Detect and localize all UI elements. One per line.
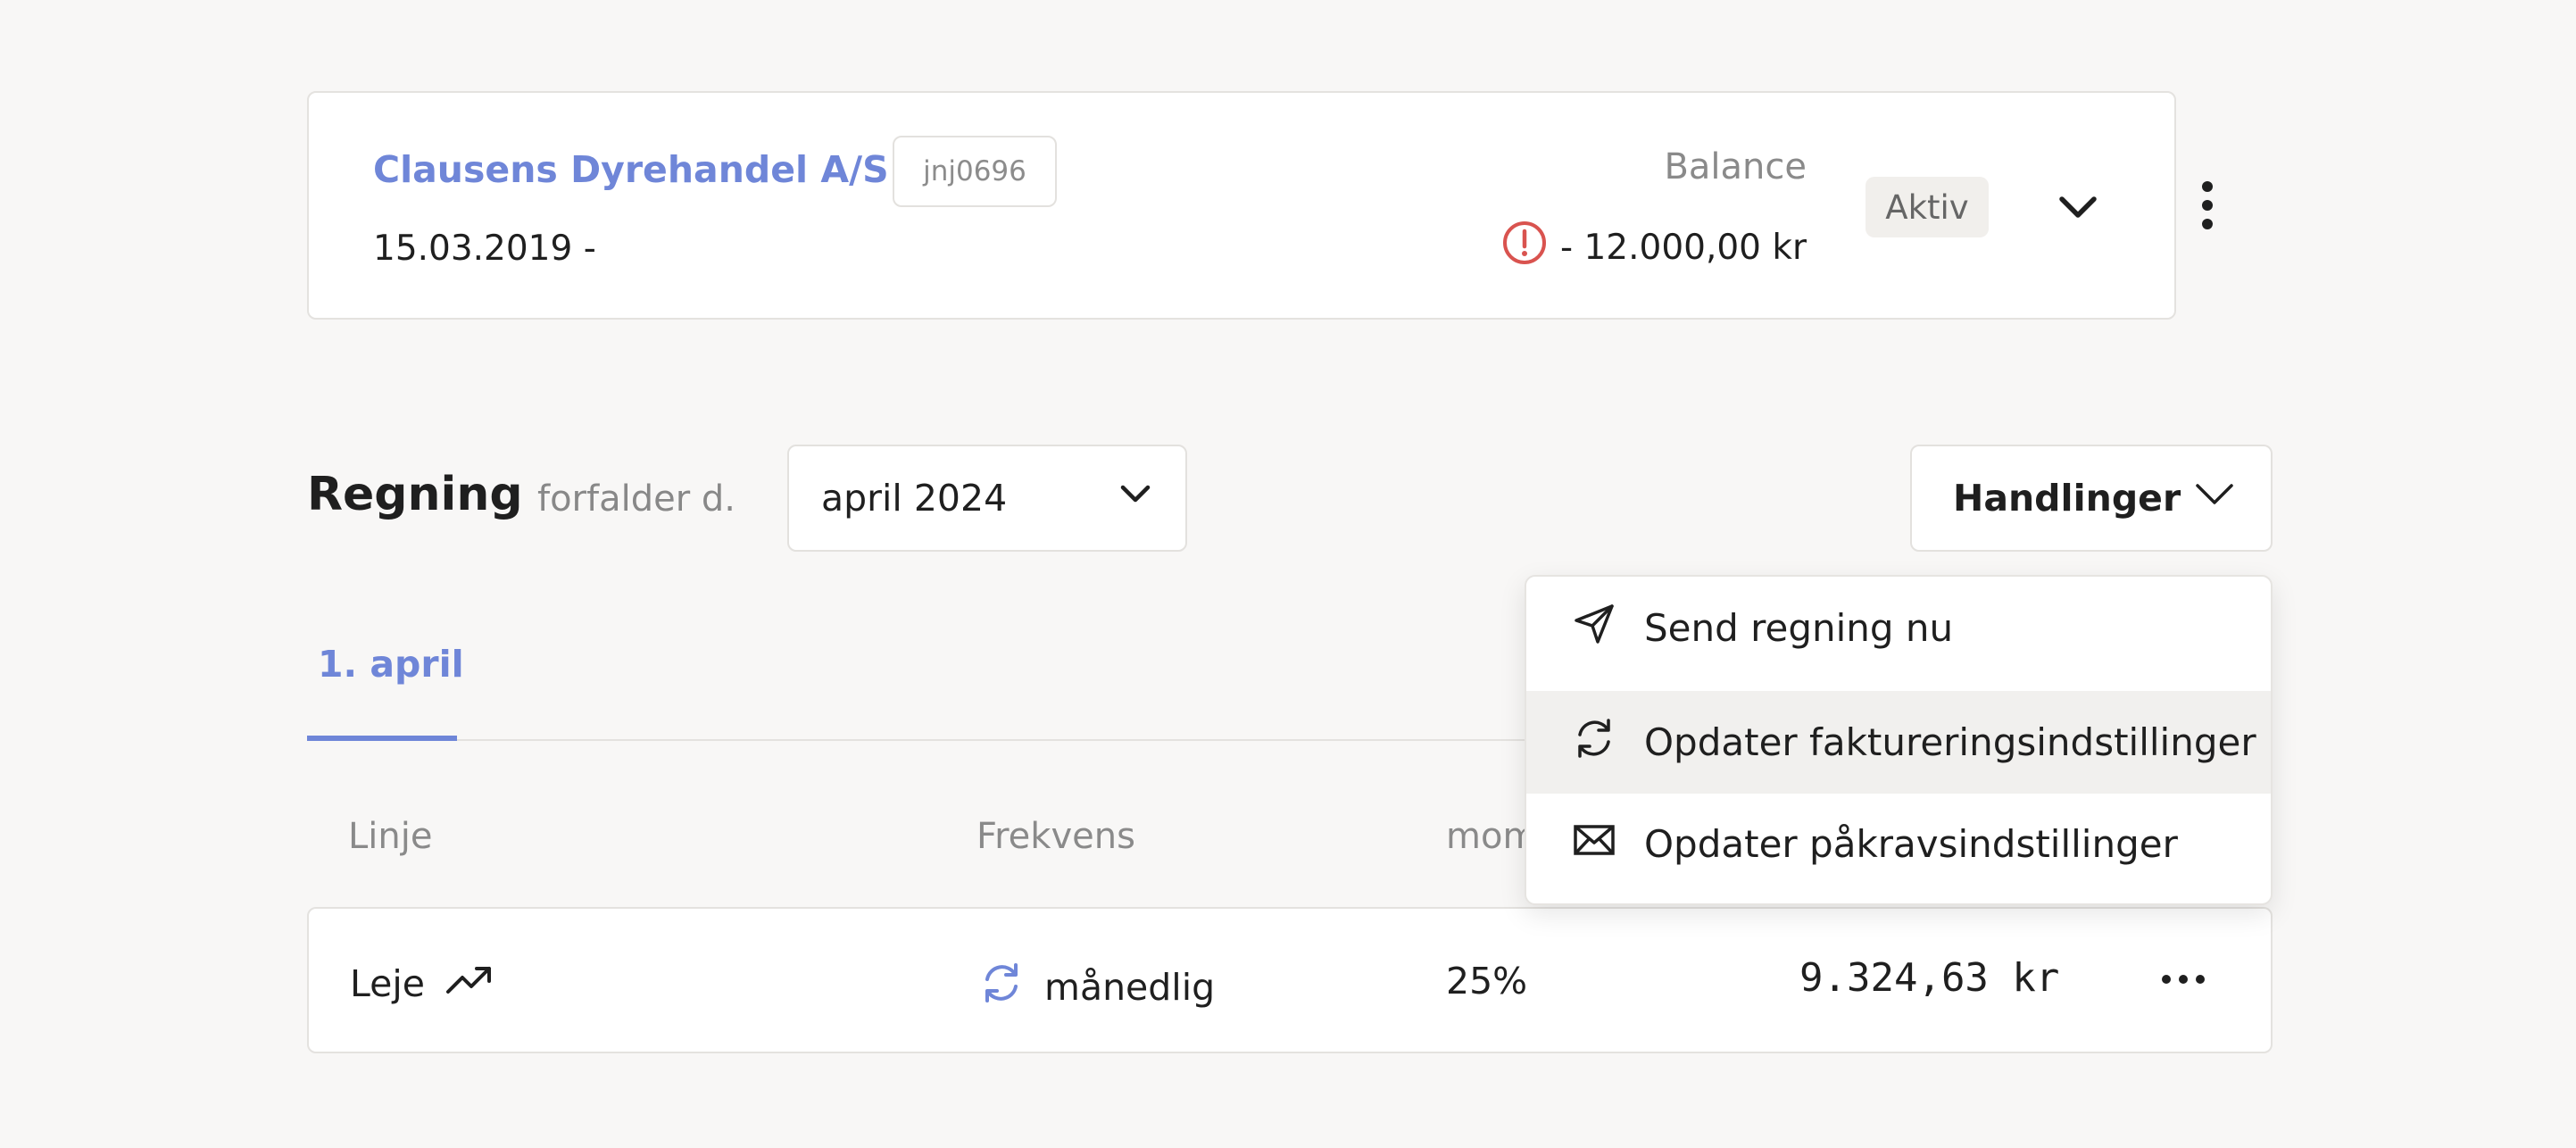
balance-label: Balance	[1664, 146, 1807, 187]
refresh-icon	[978, 960, 1025, 1015]
customer-card: Clausens Dyrehandel A/S jnj0696 15.03.20…	[307, 91, 2176, 320]
balance-value: - 12.000,00 kr	[1501, 220, 1807, 275]
row-frequency-label: månedlig	[1044, 966, 1216, 1009]
envelope-icon	[1571, 817, 1617, 872]
menu-item-label: Opdater faktureringsindstillinger	[1644, 720, 2256, 764]
month-select-value: april 2024	[821, 477, 1008, 520]
due-date-label: forfalder d.	[537, 478, 735, 520]
customer-date-range: 15.03.2019 -	[373, 229, 596, 269]
row-amount-cell: 9.324,63 kr	[1799, 955, 2060, 1001]
row-line-cell: Leje	[350, 960, 494, 1008]
invoice-title: Regning	[307, 468, 523, 521]
customer-code-badge: jnj0696	[893, 136, 1057, 207]
row-line-label: Leje	[350, 962, 425, 1005]
trending-up-icon	[445, 960, 494, 1008]
row-vat-cell: 25%	[1446, 960, 1528, 1002]
menu-item-label: Send regning nu	[1644, 606, 1954, 650]
row-more-horizontal-icon[interactable]	[2158, 966, 2208, 996]
chevron-down-icon[interactable]	[2055, 184, 2101, 234]
refresh-icon	[1571, 715, 1617, 770]
month-select[interactable]: april 2024	[787, 445, 1187, 552]
menu-item-label: Opdater påkravsindstillinger	[1644, 822, 2178, 866]
menu-item-update-billing-settings[interactable]: Opdater faktureringsindstillinger	[1526, 691, 2271, 794]
chevron-down-icon	[2194, 476, 2235, 520]
menu-item-send-invoice[interactable]: Send regning nu	[1526, 577, 2271, 679]
actions-dropdown-button[interactable]: Handlinger	[1910, 445, 2273, 552]
more-vertical-icon[interactable]	[2185, 177, 2230, 243]
column-header-line: Linje	[348, 816, 433, 857]
menu-item-update-reminder-settings[interactable]: Opdater påkravsindstillinger	[1526, 793, 2271, 895]
active-tab-indicator	[307, 736, 457, 741]
column-header-frequency: Frekvens	[976, 816, 1135, 857]
chevron-down-icon	[1118, 476, 1153, 520]
customer-name-link[interactable]: Clausens Dyrehandel A/S	[373, 148, 889, 191]
row-frequency-cell: månedlig	[978, 960, 1215, 1015]
actions-menu: Send regning nu Opdater faktureringsinds…	[1525, 575, 2273, 905]
alert-icon	[1501, 220, 1548, 275]
status-badge: Aktiv	[1866, 177, 1989, 237]
tab-april-1[interactable]: 1. april	[318, 643, 464, 686]
send-icon	[1571, 601, 1617, 656]
balance-amount: - 12.000,00 kr	[1560, 227, 1807, 268]
actions-label: Handlinger	[1953, 477, 2181, 520]
